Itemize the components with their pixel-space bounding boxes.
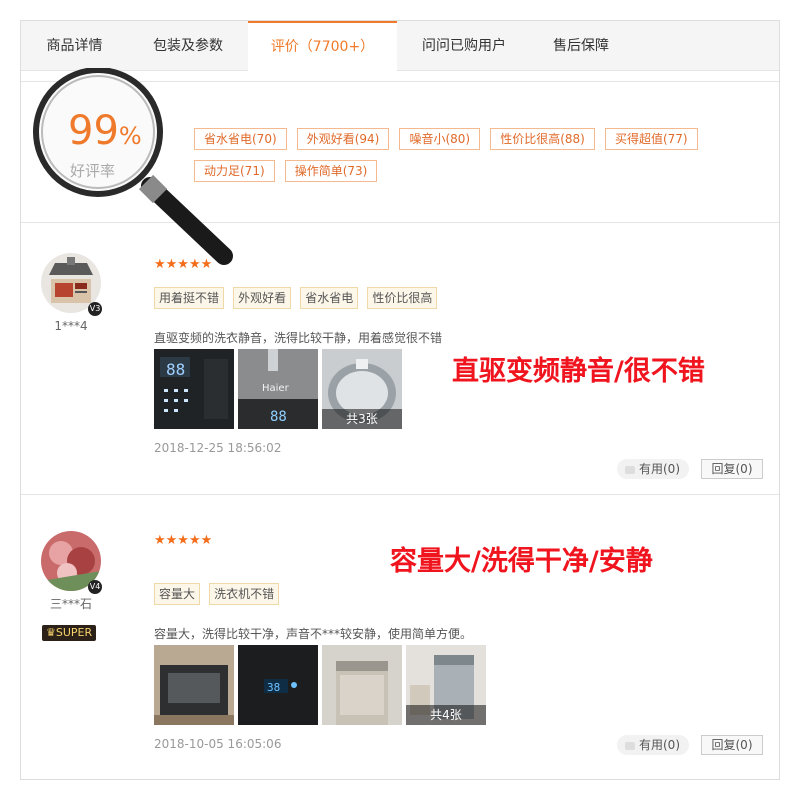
review-tag: 用着挺不错 — [154, 287, 225, 309]
thumb-up-icon — [625, 741, 635, 750]
review-photo[interactable] — [154, 645, 234, 725]
reply-button[interactable]: 回复(0) — [701, 735, 763, 755]
review-item: V4 三***石 ♛SUPER ★★★★★ 容量大 洗衣机不错 容量大，洗得比较… — [21, 495, 779, 781]
summary-tag[interactable]: 噪音小(80) — [399, 128, 481, 150]
review-date: 2018-10-05 16:05:06 — [154, 737, 282, 751]
review-tag: 容量大 — [154, 583, 201, 605]
tab-after-sales[interactable]: 售后保障 — [531, 21, 631, 71]
useful-count: 有用(0) — [639, 738, 680, 752]
good-rate-label: 好评率 — [70, 162, 116, 180]
review-tag: 省水省电 — [300, 287, 359, 309]
reviewer-name: 三***石 — [49, 597, 92, 611]
useful-button[interactable]: 有用(0) — [617, 735, 689, 755]
review-tag-list: 容量大 洗衣机不错 — [154, 583, 283, 605]
vip-level-icon: V3 — [88, 302, 102, 316]
tab-product-details[interactable]: 商品详情 — [21, 21, 128, 71]
summary-tag[interactable]: 外观好看(94) — [296, 128, 390, 150]
vip-level-icon: V4 — [88, 580, 102, 594]
magnifying-glass-icon — [33, 67, 233, 265]
review-photo[interactable]: 共4张 — [406, 645, 486, 725]
review-tag: 性价比很高 — [367, 287, 438, 309]
summary-tag-list: 省水省电(70) 外观好看(94) 噪音小(80) 性价比很高(88) 买得超值… — [194, 128, 734, 192]
tab-ask-buyers[interactable]: 问问已购用户 — [397, 21, 531, 71]
svg-text:Haier: Haier — [262, 383, 290, 394]
photo-count: 共4张 — [406, 705, 486, 725]
svg-text:88: 88 — [166, 360, 185, 379]
review-photo[interactable]: 88 — [154, 349, 234, 429]
review-date: 2018-12-25 18:56:02 — [154, 441, 282, 455]
useful-button[interactable]: 有用(0) — [617, 459, 689, 479]
tab-reviews[interactable]: 评价（7700+） — [248, 21, 397, 71]
reviewer-name: 1***4 — [54, 319, 88, 333]
tab-packaging-specs[interactable]: 包装及参数 — [128, 21, 248, 71]
review-text: 容量大，洗得比较干净，声音不***较安静，使用简单方便。 — [154, 627, 473, 641]
review-photo[interactable]: 38 — [238, 645, 318, 725]
overlay-caption: 容量大/洗得干净/安静 — [390, 546, 653, 577]
review-tag-list: 用着挺不错 外观好看 省水省电 性价比很高 — [154, 287, 441, 309]
crown-icon: ♛ — [46, 626, 56, 639]
reply-button[interactable]: 回复(0) — [701, 459, 763, 479]
super-member-badge: ♛SUPER — [42, 625, 97, 641]
svg-text:88: 88 — [270, 409, 287, 425]
summary-tag[interactable]: 买得超值(77) — [604, 128, 698, 150]
summary-tag[interactable]: 操作简单(73) — [284, 160, 378, 182]
thumb-up-icon — [625, 465, 635, 474]
magnifier-graphic: 99% 好评率 — [20, 67, 240, 268]
review-photo[interactable]: 共3张 — [322, 349, 402, 429]
useful-count: 有用(0) — [639, 462, 680, 476]
good-rate: 99% — [68, 108, 142, 154]
review-photo[interactable] — [322, 645, 402, 725]
review-photo[interactable]: Haier 88 — [238, 349, 318, 429]
photo-count: 共3张 — [322, 409, 402, 429]
review-photos: 88 Haier 88 共3张 — [154, 349, 406, 429]
review-tag: 洗衣机不错 — [209, 583, 280, 605]
review-photos: 38 共4张 — [154, 645, 490, 725]
summary-tag[interactable]: 性价比很高(88) — [490, 128, 595, 150]
overlay-caption: 直驱变频静音/很不错 — [452, 356, 705, 387]
svg-text:38: 38 — [267, 681, 280, 694]
review-text: 直驱变频的洗衣静音，洗得比较干静，用着感觉很不错 — [154, 331, 443, 345]
tab-bar: 商品详情 包装及参数 评价（7700+） 问问已购用户 售后保障 — [21, 21, 779, 71]
review-tag: 外观好看 — [233, 287, 292, 309]
star-rating: ★★★★★ — [154, 533, 213, 548]
